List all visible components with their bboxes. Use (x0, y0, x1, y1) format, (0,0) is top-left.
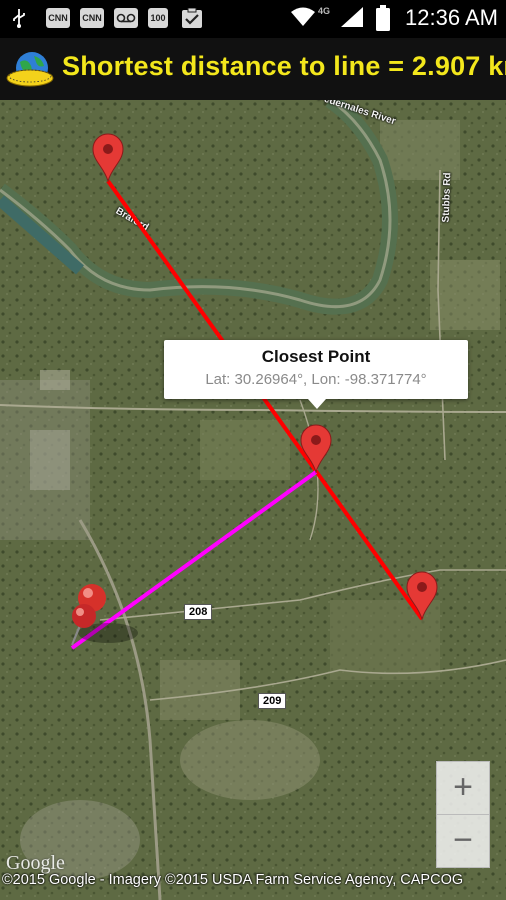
cnn-icon: CNN (46, 8, 70, 28)
signal-icon (341, 7, 363, 27)
route-line (106, 179, 424, 621)
clipboard-check-icon (182, 8, 202, 28)
zoom-in-button[interactable]: + (436, 761, 490, 815)
info-window-title: Closest Point (261, 347, 371, 366)
voicemail-icon (114, 8, 138, 28)
network-type: 4G (318, 6, 331, 16)
overlay-layer (70, 133, 438, 650)
battery-icon (376, 5, 390, 31)
cnn-icon: CNN (80, 8, 104, 28)
shortest-distance-line (70, 470, 318, 650)
clock: 12:36 AM (405, 5, 498, 30)
info-window-snippet: Lat: 30.26964°, Lon: -98.371774° (205, 371, 427, 388)
map-pin-end[interactable] (406, 571, 438, 621)
info-window[interactable]: Closest Point Lat: 30.26964°, Lon: -98.3… (164, 340, 468, 409)
wifi-icon (291, 7, 315, 26)
status-bar: CNN CNN 100 4G 12:36 AM (0, 0, 506, 38)
map-pin-start[interactable] (92, 133, 124, 183)
battery-100-icon: 100 (148, 8, 168, 28)
distance-title: Shortest distance to line = 2.907 km (62, 51, 506, 81)
map-copyright: ©2015 Google - Imagery ©2015 USDA Farm S… (2, 872, 464, 888)
globe-tape-measure-icon[interactable] (6, 48, 56, 92)
map-view[interactable]: Pedernales River Braford Stubbs Rd 208 2… (0, 100, 506, 900)
pushpin-marker[interactable] (71, 584, 138, 646)
usb-icon (13, 9, 25, 28)
map-pin-closest-point[interactable] (300, 424, 332, 474)
app-header: Shortest distance to line = 2.907 km (0, 38, 506, 102)
zoom-out-button[interactable]: − (436, 814, 490, 868)
